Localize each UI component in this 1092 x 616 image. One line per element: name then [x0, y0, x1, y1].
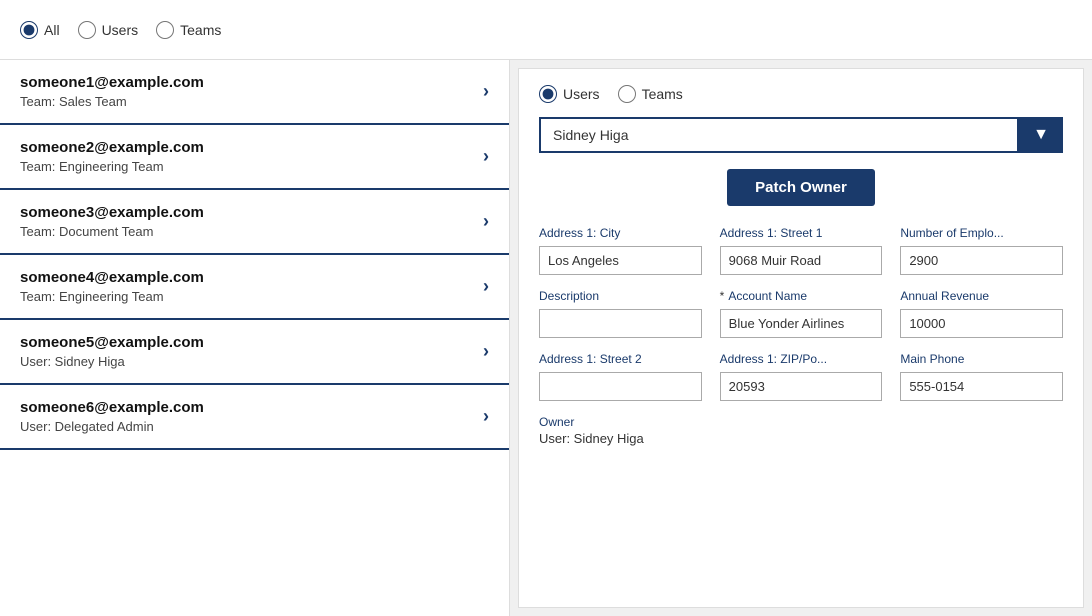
content-area: someone1@example.com Team: Sales Team › …	[0, 60, 1092, 616]
list-item-email: someone1@example.com	[20, 74, 204, 91]
user-dropdown-row: Sidney Higa ▼	[539, 117, 1063, 153]
list-item-sub: Team: Engineering Team	[20, 159, 204, 174]
field-group: Address 1: ZIP/Po...	[720, 352, 883, 401]
right-radio-teams-label[interactable]: Teams	[618, 85, 683, 103]
list-item[interactable]: someone4@example.com Team: Engineering T…	[0, 255, 509, 320]
chevron-right-icon: ›	[483, 211, 489, 232]
radio-users[interactable]	[78, 21, 96, 39]
top-bar: All Users Teams	[0, 0, 1092, 60]
radio-teams-label[interactable]: Teams	[156, 21, 221, 39]
list-item[interactable]: someone6@example.com User: Delegated Adm…	[0, 385, 509, 450]
list-item-text: someone4@example.com Team: Engineering T…	[20, 269, 204, 304]
list-item-text: someone3@example.com Team: Document Team	[20, 204, 204, 239]
right-radio-users-label[interactable]: Users	[539, 85, 600, 103]
right-radio-teams[interactable]	[618, 85, 636, 103]
field-input[interactable]	[539, 372, 702, 401]
radio-users-label[interactable]: Users	[78, 21, 139, 39]
field-input[interactable]	[720, 309, 883, 338]
chevron-right-icon: ›	[483, 406, 489, 427]
list-item-email: someone2@example.com	[20, 139, 204, 156]
radio-all[interactable]	[20, 21, 38, 39]
list-item[interactable]: someone1@example.com Team: Sales Team ›	[0, 60, 509, 125]
list-item[interactable]: someone2@example.com Team: Engineering T…	[0, 125, 509, 190]
chevron-right-icon: ›	[483, 146, 489, 167]
list-item-email: someone6@example.com	[20, 399, 204, 416]
field-group: Address 1: Street 2	[539, 352, 702, 401]
list-item-email: someone4@example.com	[20, 269, 204, 286]
field-label: Main Phone	[900, 352, 1063, 366]
field-label: Number of Emplo...	[900, 226, 1063, 240]
list-item-text: someone2@example.com Team: Engineering T…	[20, 139, 204, 174]
right-radio-users[interactable]	[539, 85, 557, 103]
field-label: Address 1: Street 2	[539, 352, 702, 366]
field-input[interactable]	[539, 246, 702, 275]
field-group: Annual Revenue	[900, 289, 1063, 338]
field-label: Address 1: City	[539, 226, 702, 240]
field-label: Address 1: Street 1	[720, 226, 883, 240]
left-panel: someone1@example.com Team: Sales Team › …	[0, 60, 510, 616]
right-radio-teams-text: Teams	[642, 86, 683, 102]
list-item[interactable]: someone5@example.com User: Sidney Higa ›	[0, 320, 509, 385]
top-radio-group: All Users Teams	[20, 21, 221, 39]
field-label: Description	[539, 289, 702, 303]
list-item-text: someone5@example.com User: Sidney Higa	[20, 334, 204, 369]
chevron-right-icon: ›	[483, 81, 489, 102]
right-radio-users-text: Users	[563, 86, 600, 102]
field-input[interactable]	[900, 246, 1063, 275]
field-group: Description	[539, 289, 702, 338]
radio-teams-text: Teams	[180, 22, 221, 38]
list-item-sub: User: Delegated Admin	[20, 419, 204, 434]
chevron-right-icon: ›	[483, 341, 489, 362]
owner-section: Owner User: Sidney Higa	[539, 415, 1063, 446]
field-input[interactable]	[900, 309, 1063, 338]
list-item[interactable]: someone3@example.com Team: Document Team…	[0, 190, 509, 255]
field-input[interactable]	[720, 372, 883, 401]
field-group: *Account Name	[720, 289, 883, 338]
list-item-text: someone6@example.com User: Delegated Adm…	[20, 399, 204, 434]
field-group: Main Phone	[900, 352, 1063, 401]
field-group: Number of Emplo...	[900, 226, 1063, 275]
field-input[interactable]	[720, 246, 883, 275]
field-label: Address 1: ZIP/Po...	[720, 352, 883, 366]
list-item-sub: Team: Sales Team	[20, 94, 204, 109]
list-item-sub: User: Sidney Higa	[20, 354, 204, 369]
chevron-down-icon: ▼	[1033, 126, 1049, 144]
field-group: Address 1: City	[539, 226, 702, 275]
fields-grid: Address 1: City Address 1: Street 1 Number…	[539, 226, 1063, 401]
radio-all-label[interactable]: All	[20, 21, 60, 39]
patch-owner-button[interactable]: Patch Owner	[727, 169, 875, 206]
required-mark: *	[720, 289, 725, 303]
radio-users-text: Users	[102, 22, 139, 38]
radio-teams[interactable]	[156, 21, 174, 39]
chevron-right-icon: ›	[483, 276, 489, 297]
field-input[interactable]	[539, 309, 702, 338]
list-item-sub: Team: Engineering Team	[20, 289, 204, 304]
list-item-email: someone3@example.com	[20, 204, 204, 221]
dropdown-chevron-button[interactable]: ▼	[1019, 117, 1063, 153]
main-container: All Users Teams someone1@example.com Tea…	[0, 0, 1092, 616]
owner-value: User: Sidney Higa	[539, 431, 1063, 446]
right-panel: Users Teams Sidney Higa ▼ Patch Owner	[518, 68, 1084, 608]
field-label: Annual Revenue	[900, 289, 1063, 303]
radio-all-text: All	[44, 22, 60, 38]
field-input[interactable]	[900, 372, 1063, 401]
list-item-sub: Team: Document Team	[20, 224, 204, 239]
right-radio-group: Users Teams	[539, 85, 1063, 103]
list-item-email: someone5@example.com	[20, 334, 204, 351]
field-group: Address 1: Street 1	[720, 226, 883, 275]
list-item-text: someone1@example.com Team: Sales Team	[20, 74, 204, 109]
owner-label: Owner	[539, 415, 1063, 429]
field-label: *Account Name	[720, 289, 883, 303]
user-dropdown[interactable]: Sidney Higa	[539, 117, 1019, 153]
